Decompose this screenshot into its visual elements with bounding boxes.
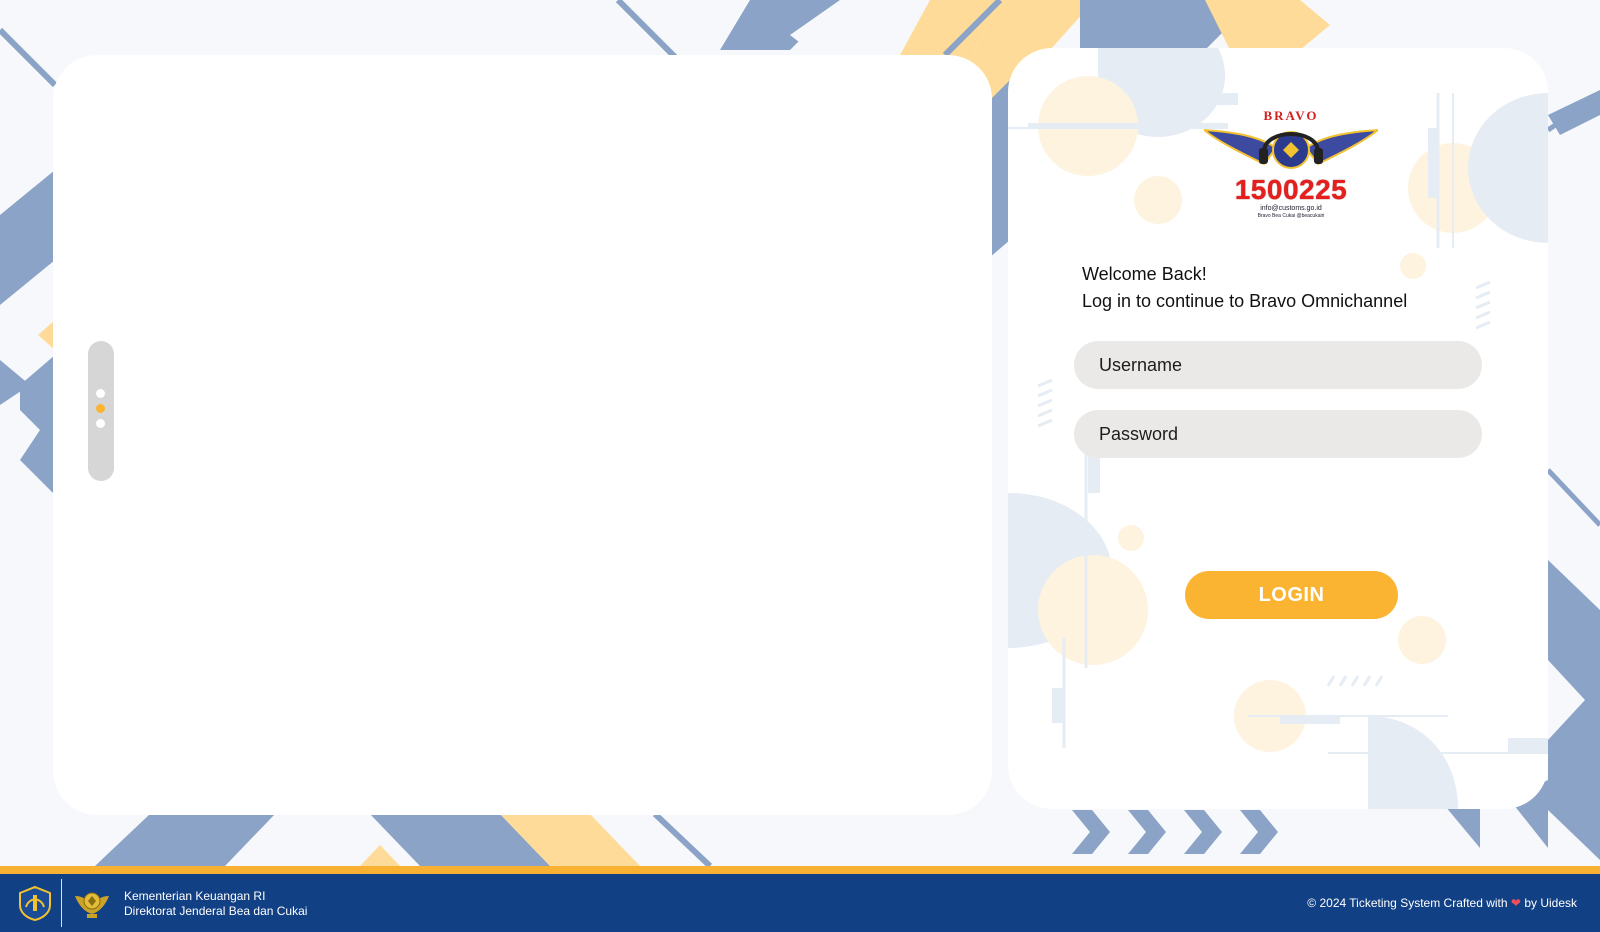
kemenkeu-emblem-icon: [19, 885, 51, 921]
ministry-name: Kementerian Keuangan RI: [124, 889, 266, 903]
carousel-pager: [88, 341, 114, 481]
carousel-dot-2-active[interactable]: [96, 404, 105, 413]
login-button[interactable]: LOGIN: [1185, 571, 1398, 619]
login-panel: BRAVO 1500225 info@customs.go.id Bravo B…: [1008, 48, 1548, 809]
credit-suffix: by Uidesk: [1524, 896, 1577, 910]
bravo-logo: BRAVO 1500225 info@customs.go.id Bravo B…: [1204, 108, 1378, 222]
hotline-number: 1500225: [1234, 174, 1348, 205]
footer-accent-stripe: [0, 866, 1600, 874]
footer-separator: [61, 879, 62, 927]
directorate-name: Direktorat Jenderal Bea dan Cukai: [124, 904, 308, 918]
bea-cukai-emblem-icon: [75, 892, 109, 918]
logo-email: info@customs.go.id: [1260, 205, 1322, 212]
carousel-dot-1[interactable]: [96, 389, 105, 398]
welcome-message: Welcome Back! Log in to continue to Brav…: [1082, 261, 1407, 315]
carousel-panel: [53, 55, 992, 815]
credit-prefix: © 2024 Ticketing System Crafted with: [1307, 896, 1508, 910]
heart-icon: ❤: [1510, 896, 1521, 910]
welcome-subtitle: Log in to continue to Bravo Omnichannel: [1082, 291, 1408, 311]
footer-credit: © 2024 Ticketing System Crafted with ❤ b…: [1307, 896, 1577, 911]
password-input[interactable]: [1074, 410, 1482, 458]
ministry-text: Kementerian Keuangan RI Direktorat Jende…: [124, 889, 307, 919]
logo-social: Bravo Bea Cukai @beacukairi: [1257, 213, 1325, 219]
footer: Kementerian Keuangan RI Direktorat Jende…: [0, 874, 1600, 932]
username-input[interactable]: [1074, 341, 1482, 389]
welcome-title: Welcome Back!: [1082, 264, 1207, 284]
brand-text: BRAVO: [1263, 108, 1319, 123]
carousel-dot-3[interactable]: [96, 419, 105, 428]
